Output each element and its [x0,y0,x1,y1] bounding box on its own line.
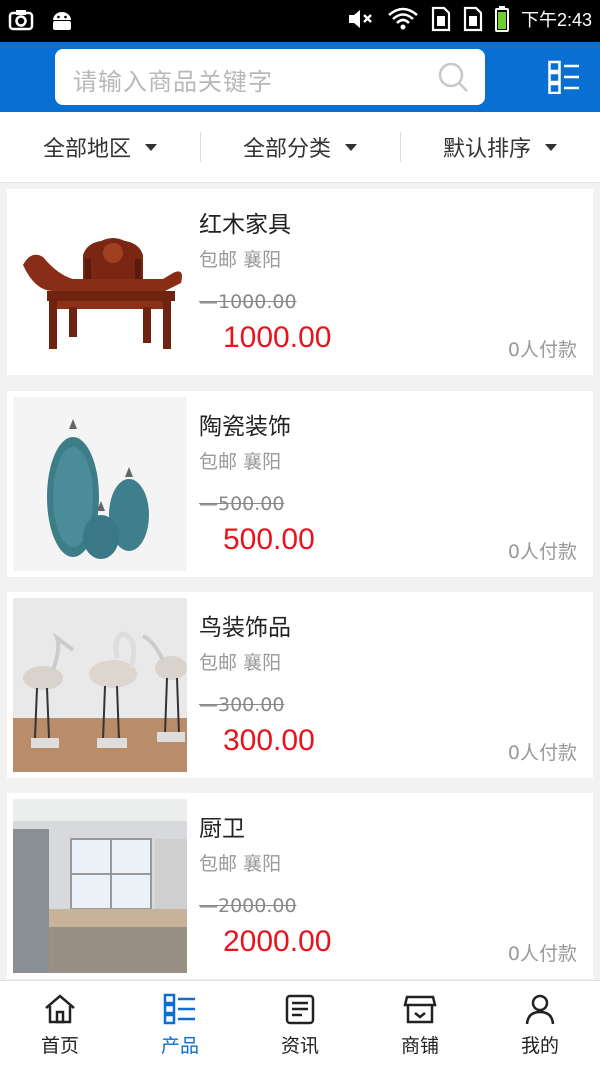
nav-profile-label: 我的 [520,1035,559,1057]
filter-category-label: 全部分类 [242,137,331,162]
product-price: 2000.00 [223,925,332,958]
product-image-ceramic-vases[interactable] [13,397,187,571]
filter-region[interactable]: 全部地区 [0,112,200,182]
nav-store[interactable]: 商铺 [360,981,480,1068]
product-meta: 包邮 襄阳 [199,648,281,675]
news-icon [285,994,315,1025]
status-time: 下午2:43 [520,10,592,30]
location-label: 襄阳 [243,853,282,875]
original-price: —1000.00 [199,291,297,313]
original-price: —300.00 [199,694,285,716]
store-icon [403,995,437,1024]
location-label: 襄阳 [243,249,282,271]
product-price: 1000.00 [223,321,332,354]
product-price: 300.00 [223,724,315,757]
search-box[interactable]: 请输入商品关键字 [55,49,485,105]
product-image-bird-figurines[interactable] [13,598,187,772]
filter-region-label: 全部地区 [42,137,131,162]
user-icon [525,994,555,1025]
wifi-icon [388,7,418,30]
original-price: —2000.00 [199,895,297,917]
location-label: 襄阳 [243,451,282,473]
product-card[interactable]: 厨卫 包邮 襄阳 —2000.00 2000.00 0人付款 [7,793,593,979]
sim1-icon [431,6,451,32]
filter-sort[interactable]: 默认排序 [400,112,600,182]
product-meta: 包邮 襄阳 [199,447,281,474]
mute-icon [348,10,372,28]
nav-products[interactable]: 产品 [120,981,240,1068]
nav-home-label: 首页 [40,1035,79,1057]
filter-bar: 全部地区 全部分类 默认排序 [0,112,600,183]
grid-list-icon [163,993,195,1025]
caret-down-icon [545,143,557,151]
home-icon [45,994,75,1024]
product-meta: 包邮 襄阳 [199,849,281,876]
caret-down-icon [345,143,357,151]
filter-sort-label: 默认排序 [442,137,531,162]
location-label: 襄阳 [243,652,282,674]
product-card[interactable]: 红木家具 包邮 襄阳 —1000.00 1000.00 0人付款 [7,189,593,375]
search-icon[interactable] [437,61,469,93]
category-menu-icon[interactable] [548,60,580,94]
filter-category[interactable]: 全部分类 [200,112,400,182]
product-name[interactable]: 厨卫 [199,809,245,843]
nav-news-label: 资讯 [280,1035,319,1057]
sold-count: 0人付款 [507,943,577,965]
sim2-icon [463,6,483,32]
original-price: —500.00 [199,493,285,515]
product-name[interactable]: 陶瓷装饰 [199,407,291,441]
app-header: 请输入商品关键字 [0,42,600,112]
product-meta: 包邮 襄阳 [199,245,281,272]
shipping-label: 包邮 [199,249,238,271]
bottom-nav: 首页 产品 资讯 商铺 我的 [0,980,600,1068]
product-name[interactable]: 红木家具 [199,205,291,239]
android-icon [53,12,71,30]
sold-count: 0人付款 [507,339,577,361]
screenshot-icon [8,10,34,31]
status-bar: 下午2:43 [0,0,600,42]
sold-count: 0人付款 [507,742,577,764]
product-image-kitchen[interactable] [13,799,187,973]
product-card[interactable]: 陶瓷装饰 包邮 襄阳 —500.00 500.00 0人付款 [7,391,593,577]
battery-icon [494,6,509,32]
nav-news[interactable]: 资讯 [240,981,360,1068]
nav-products-label: 产品 [160,1035,199,1057]
nav-store-label: 商铺 [400,1035,439,1057]
nav-profile[interactable]: 我的 [480,981,600,1068]
shipping-label: 包邮 [199,853,238,875]
search-input[interactable]: 请输入商品关键字 [73,62,273,97]
sold-count: 0人付款 [507,541,577,563]
product-image-rosewood-chair[interactable] [13,195,187,369]
product-price: 500.00 [223,523,315,556]
product-name[interactable]: 鸟装饰品 [199,608,291,642]
caret-down-icon [145,143,157,151]
shipping-label: 包邮 [199,652,238,674]
shipping-label: 包邮 [199,451,238,473]
nav-home[interactable]: 首页 [0,981,120,1068]
product-card[interactable]: 鸟装饰品 包邮 襄阳 —300.00 300.00 0人付款 [7,592,593,778]
